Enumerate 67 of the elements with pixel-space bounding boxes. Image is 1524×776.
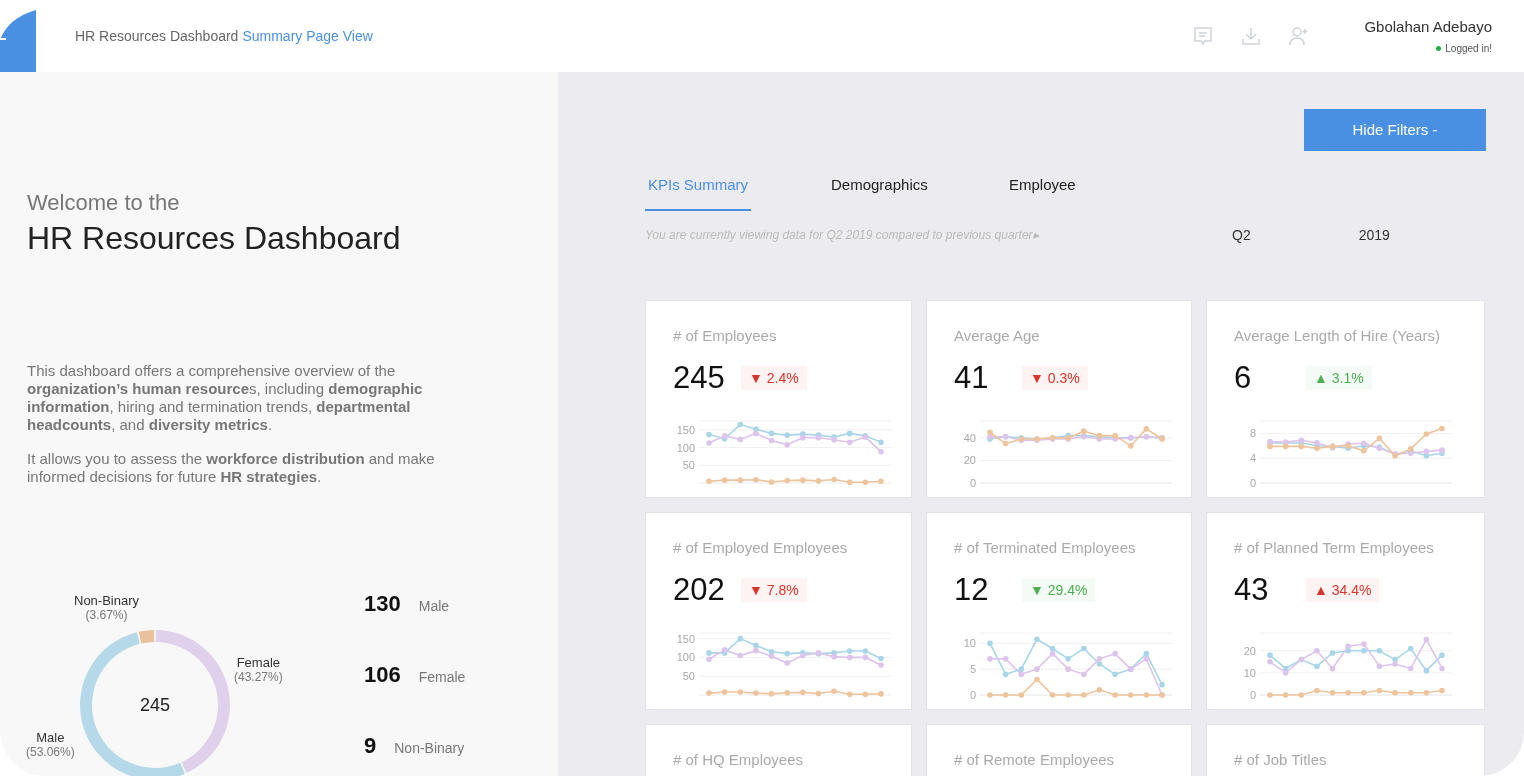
kpi-title: # of Remote Employees [954,749,1116,770]
message-icon[interactable] [1192,25,1215,47]
description-text: It allows you to assess the workforce distribution and make informed decisions for future HR strategies. [27,450,436,486]
user-name: Gbolahan Adebayo [1364,17,1492,38]
axis-tick-label: 10 [963,637,976,650]
kpi-value: 6 [1234,358,1253,397]
kpi-title: # of Employees [673,325,778,346]
kpi-value: 245 [673,358,726,397]
login-status: Logged in! [1445,41,1492,56]
add-user-icon[interactable] [1288,25,1311,47]
axis-tick-label: 100 [676,651,695,664]
axis-tick-label: 150 [676,632,695,645]
kpi-title: # of Planned Term Employees [1234,537,1435,558]
axis-tick-label: 20 [1243,644,1256,657]
download-icon[interactable] [1240,25,1263,47]
axis-tick-label: 50 [682,670,695,683]
donut-label: Non-Binary [74,593,140,608]
axis-tick-label: 0 [1249,689,1256,701]
count-value: 9 [364,732,377,760]
axis-tick-label: 5 [969,663,976,676]
axis-tick-label: 4 [1249,452,1256,465]
tab[interactable]: Demographics [828,174,931,211]
axis-tick-label: 0 [969,477,976,489]
count-label: Female [418,668,466,687]
axis-tick-label: 40 [963,431,976,444]
count-value: 130 [364,590,401,618]
description-text: This dashboard offers a comprehensive overview of the organization’s human resources, including demographic information, hiring and termination trends, departmental headcounts, and diversity metrics. [27,362,424,434]
axis-tick-label: 8 [1249,427,1256,440]
kpi-title: # of Employed Employees [673,537,849,558]
tab[interactable]: Employee [1006,174,1079,211]
kpi-value: 43 [1234,570,1270,609]
change-badge: ▼ 29.4% [1022,578,1096,602]
kpi-title: # of HQ Employees [673,749,805,770]
change-badge: ▼ 0.3% [1022,366,1088,390]
count-label: Male [418,597,450,616]
change-badge: ▲ 3.1% [1306,366,1372,390]
axis-tick-label: 50 [682,459,695,472]
welcome-greeting: Welcome to the [27,190,181,216]
year-filter[interactable]: 2019 [1358,224,1390,246]
donut-total: 245 [140,693,170,717]
app-title: HR Resources Dashboard [75,26,239,46]
kpi-value: 41 [954,358,990,397]
axis-tick-label: 10 [1243,666,1256,679]
donut-label: Female [236,655,281,670]
axis-tick-label: 20 [963,454,976,467]
page-subtitle: Summary Page View [242,26,373,46]
kpi-value: 202 [673,570,726,609]
kpi-title: # of Terminated Employees [954,537,1137,558]
change-badge: ▼ 7.8% [741,578,807,602]
axis-tick-label: 100 [676,441,695,454]
kpi-title: Average Length of Hire (Years) [1234,325,1441,346]
count-label: Non-Binary [394,739,465,758]
kpi-title: # of Job Titles [1234,749,1328,770]
welcome-title: HR Resources Dashboard [27,219,402,258]
donut-percent: (3.67%) [85,608,128,623]
kpi-title: Average Age [954,325,1041,346]
kpi-value: 12 [954,570,990,609]
donut-label: Male [36,730,65,745]
donut-percent: (43.27%) [234,670,283,685]
count-value: 106 [364,661,401,689]
quarter-filter[interactable]: Q2 [1232,224,1251,246]
change-badge: ▲ 34.4% [1306,578,1380,602]
change-badge: ▼ 2.4% [741,366,807,390]
axis-tick-label: 150 [676,423,695,436]
axis-tick-label: 0 [969,689,976,701]
donut-percent: (53.06%) [26,745,75,760]
axis-tick-label: 0 [1249,477,1256,489]
